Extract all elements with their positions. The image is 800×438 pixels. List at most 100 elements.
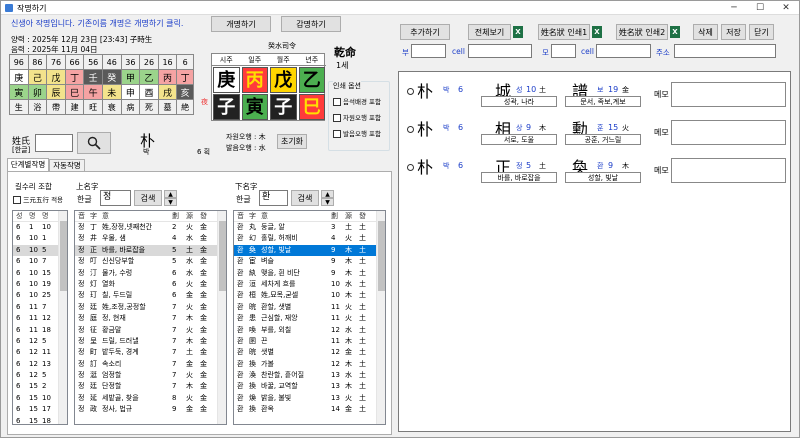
checkbox-icon[interactable] <box>13 196 21 204</box>
surname-input[interactable] <box>35 134 73 152</box>
memo-box[interactable] <box>671 82 786 107</box>
scrollbar[interactable] <box>376 211 385 424</box>
mother-cell-input[interactable] <box>596 44 651 58</box>
upper-input[interactable]: 정 <box>100 190 131 206</box>
gilsu-list[interactable]: 성 명 명 6 1 10 6 10 1 6 10 5 6 10 7 6 10 15 6 10 19 6 10 25 6 11 7 6 1… <box>12 210 68 425</box>
samwon-option[interactable]: 三元五行 적용 <box>13 194 63 204</box>
minimize-button[interactable]: ─ <box>721 1 747 15</box>
column-header[interactable]: 發 <box>197 211 211 221</box>
list-row[interactable]: 환 幻 홀릴, 허깨비 4 火土 <box>234 233 385 244</box>
upper-up-button[interactable]: ▲ <box>164 190 177 198</box>
father-input[interactable] <box>411 44 446 58</box>
delete-button[interactable]: 삭제 <box>693 24 718 40</box>
list-row[interactable]: 정 征 황금말 7 火金 <box>75 325 226 336</box>
column-header[interactable]: 源 <box>342 211 356 221</box>
list-row[interactable]: 정 井 우물, 샘 4水金 <box>75 233 226 244</box>
column-header[interactable]: 성 <box>13 211 26 221</box>
list-row[interactable]: 환 換 바꿀, 교역할 13 木土 <box>234 381 385 392</box>
add-button[interactable]: 추가하기 <box>400 24 450 40</box>
column-header[interactable]: 명 <box>26 211 39 221</box>
column-header[interactable]: 音 <box>75 211 87 221</box>
father-cell-input[interactable] <box>468 44 532 58</box>
close-button[interactable]: 닫기 <box>749 24 774 40</box>
lower-input[interactable]: 환 <box>259 190 288 206</box>
upper-list[interactable]: 音字意劃源發 정 丁姓,장정,넷째천간 2 火金 정 井 우물, 샘 4 水金 정 正 바를, 바로잡을… <box>74 210 227 425</box>
column-header[interactable]: 意 <box>258 211 328 221</box>
scrollbar-thumb[interactable] <box>60 221 67 291</box>
scrollbar[interactable] <box>217 211 226 424</box>
list-row[interactable]: 정 政 정사, 법규 9 金金 <box>75 404 226 415</box>
column-header[interactable]: 字 <box>246 211 258 221</box>
close-window-button[interactable]: ✕ <box>773 1 799 15</box>
option-background[interactable]: 음석배경 포함 <box>333 96 381 106</box>
list-row[interactable]: 환 換 가볼 12 木土 <box>234 359 385 370</box>
lower-up-button[interactable]: ▲ <box>321 190 334 198</box>
list-row[interactable]: 환 晥 환할, 샛별 11 火土 <box>234 302 385 313</box>
list-row[interactable]: 환 患 근심할, 재앙 11 火土 <box>234 313 385 324</box>
column-header[interactable]: 字 <box>87 211 99 221</box>
list-row[interactable]: 정 灯 열화 6 火金 <box>75 279 226 290</box>
address-input[interactable] <box>674 44 776 58</box>
column-header[interactable]: 音 <box>234 211 246 221</box>
list-row[interactable]: 정 廷姓,조정,공정할 7 火金 <box>75 302 226 313</box>
list-row[interactable]: 환 煥 밝을, 불빛 13 火土 <box>234 393 385 404</box>
checkbox-icon[interactable] <box>333 114 341 122</box>
checkbox-icon[interactable] <box>333 98 341 106</box>
surname-search-button[interactable] <box>77 132 111 154</box>
list-row[interactable]: 정 庭 정, 현재 7 木金 <box>75 313 226 324</box>
appraise-button[interactable]: 감명하기 <box>281 16 341 32</box>
scrollbar[interactable] <box>58 211 67 424</box>
mother-input[interactable] <box>551 44 576 58</box>
option-jawon[interactable]: 자원오행 포함 <box>333 112 381 122</box>
scrollbar-thumb[interactable] <box>219 221 226 291</box>
column-header[interactable]: 劃 <box>328 211 342 221</box>
list-row[interactable]: 정 廷 단정할 7 木金 <box>75 381 226 392</box>
list-row[interactable]: 환 奐 성할, 빛날 9 木土 <box>234 244 385 257</box>
list-row[interactable]: 환 丸 둥글, 알 3 土土 <box>234 222 385 233</box>
excel-icon[interactable]: X <box>670 26 680 38</box>
print2-button[interactable]: 姓名狀 인쇄2 <box>616 24 668 40</box>
list-row[interactable]: 정 叮 신신당부할 5 水金 <box>75 256 226 267</box>
column-header[interactable]: 源 <box>183 211 197 221</box>
tab-step[interactable]: 단계별작명 <box>7 158 49 171</box>
view-all-button[interactable]: 전체보기 <box>468 24 511 40</box>
list-row[interactable]: 환 渙 찬란할, 흩어질 13 水土 <box>234 370 385 381</box>
reset-button[interactable]: 초기화 <box>277 134 307 149</box>
list-row[interactable]: 정 涏 엄정할 7 火金 <box>75 370 226 381</box>
excel-icon[interactable]: X <box>513 26 523 38</box>
upper-down-button[interactable]: ▼ <box>164 198 177 206</box>
column-header[interactable]: 명 <box>39 211 53 221</box>
checkbox-icon[interactable] <box>333 130 341 138</box>
list-row[interactable]: 정 呈 드릴, 드러낼 7 木金 <box>75 336 226 347</box>
list-row[interactable]: 환 洹 세차게 흐를 10 水土 <box>234 279 385 290</box>
rename-button[interactable]: 개명하기 <box>211 16 271 32</box>
column-header[interactable]: 劃 <box>169 211 183 221</box>
lower-search-button[interactable]: 검색 <box>291 190 319 206</box>
lower-down-button[interactable]: ▼ <box>321 198 334 206</box>
list-row[interactable]: 정 玎 칠, 두드릴 6 金金 <box>75 290 226 301</box>
column-header[interactable]: 發 <box>356 211 370 221</box>
lower-list[interactable]: 音字意劃源發 환 丸 둥글, 알 3 土土 환 幻 홀릴, 허깨비 4 火土 환 奐 성할, 빛날 9 木土 환… <box>233 210 386 425</box>
list-row[interactable]: 환 桓姓,묘목,굳셀 10 木土 <box>234 290 385 301</box>
list-row[interactable]: 환 紈 맺을, 흰 비단 9 木土 <box>234 268 385 279</box>
save-button[interactable]: 저장 <box>721 24 746 40</box>
excel-icon[interactable]: X <box>592 26 602 38</box>
list-row[interactable]: 환 晥 샛별 12 金土 <box>234 347 385 358</box>
upper-search-button[interactable]: 검색 <box>134 190 162 206</box>
print1-button[interactable]: 姓名狀 인쇄1 <box>538 24 590 40</box>
option-bareum[interactable]: 발음오행 포함 <box>333 128 381 138</box>
memo-box[interactable] <box>671 158 786 183</box>
list-row[interactable]: 정 町 밭두둑, 경계 7 土金 <box>75 347 226 358</box>
list-row[interactable]: 환 圂 끈 11 木土 <box>234 336 385 347</box>
memo-box[interactable] <box>671 120 786 145</box>
list-row[interactable]: 정 汀 물가, 수렁 6 水金 <box>75 268 226 279</box>
list-row[interactable]: 정 丁姓,장정,넷째천간 2 火金 <box>75 222 226 233</box>
list-row[interactable]: 정 正 바를, 바로잡을 5 土金 <box>75 244 226 257</box>
list-row[interactable]: 정 延 세밭골, 찾을 8 火金 <box>75 393 226 404</box>
maximize-button[interactable]: ☐ <box>747 1 773 15</box>
list-row[interactable]: 환 喚 부를, 외칠 12 水土 <box>234 325 385 336</box>
scrollbar-thumb[interactable] <box>378 221 385 291</box>
result-radio[interactable] <box>407 88 414 95</box>
list-row[interactable]: 환 換 환옥 14 金土 <box>234 404 385 415</box>
list-row[interactable]: 정 訂 속소리 7 金金 <box>75 359 226 370</box>
